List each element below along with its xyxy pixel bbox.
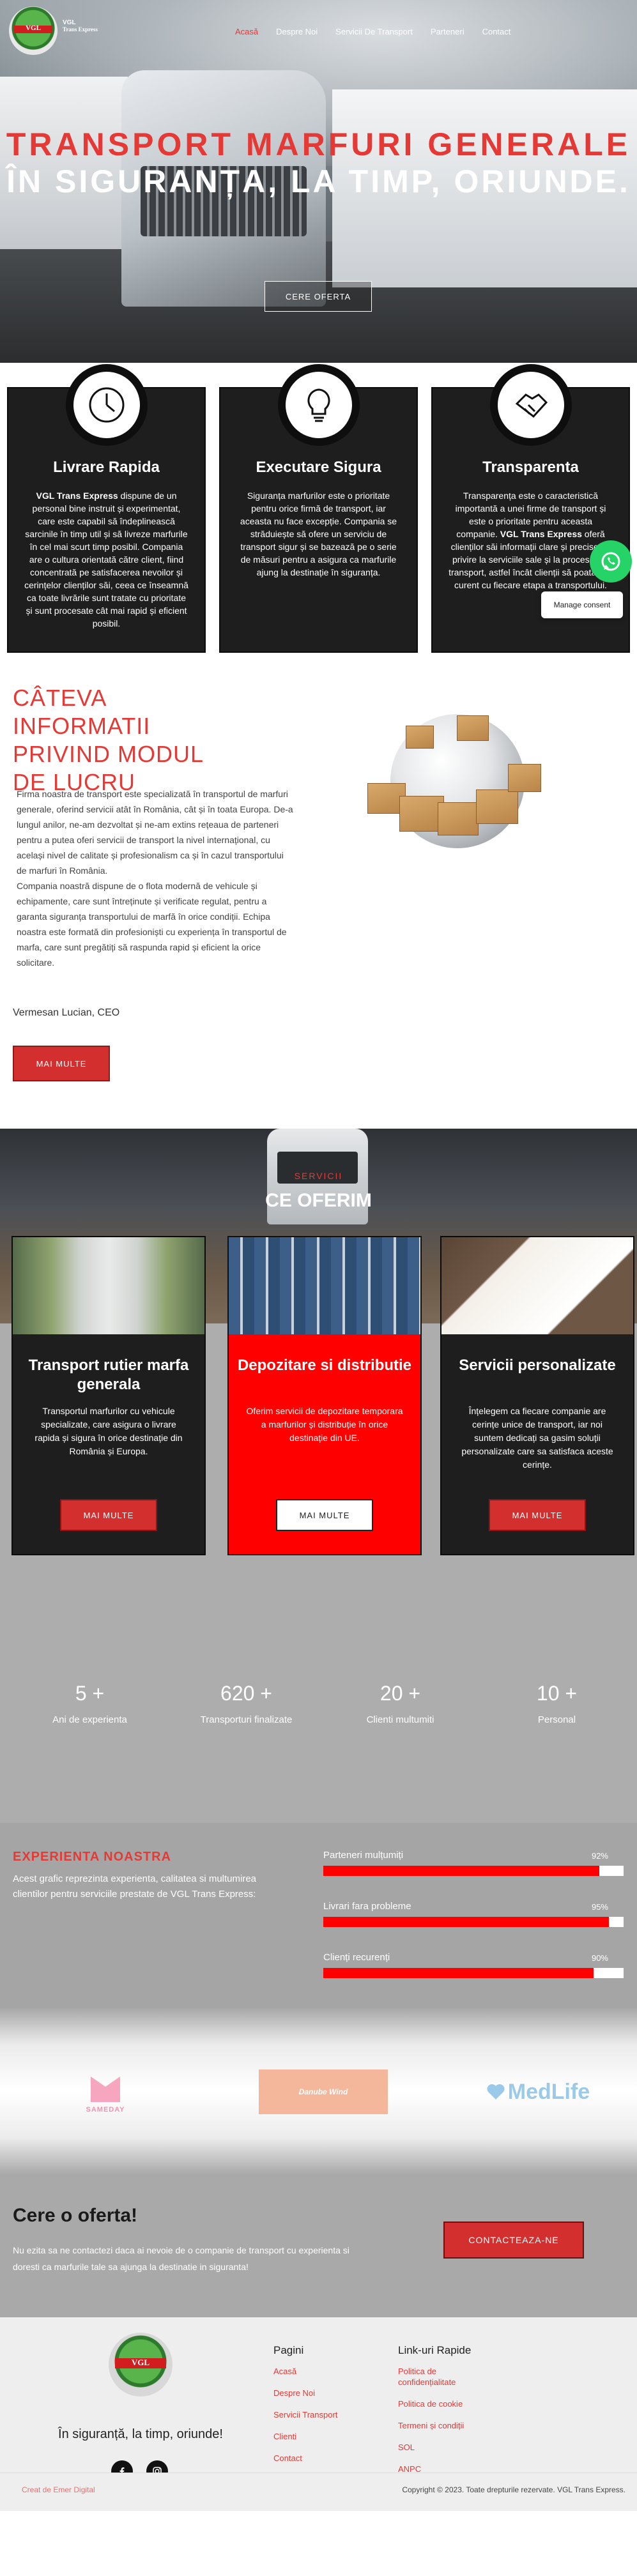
services-title: CE OFERIM — [265, 1190, 372, 1211]
hero-title-line1: TRANSPORT MARFURI GENERALE — [6, 126, 631, 162]
footer-pages: Pagini Acasă Despre Noi Servicii Transpo… — [273, 2344, 337, 2474]
stat-transports: 620 + Transporturi finalizate — [200, 1682, 293, 1725]
progress-fill — [323, 1866, 600, 1876]
footer-link-privacy[interactable]: Politica de confidențialitate — [398, 2366, 481, 2388]
partner-logo-danube: Danube Wind — [259, 2069, 388, 2114]
partner-logo-sameday: SAMEDAY — [77, 2069, 134, 2121]
footer-link-terms[interactable]: Termeni și condiții — [398, 2420, 481, 2431]
nav-item-home[interactable]: Acasă — [235, 27, 258, 36]
progress-bar-partners: Parteneri mulțumiți 92% — [323, 1850, 624, 1876]
hero-title-line2: ÎN SIGURANȚA, LA TIMP, ORIUNDE. — [6, 164, 631, 199]
notebook-image — [441, 1237, 633, 1334]
nav-item-services[interactable]: Servicii De Transport — [335, 27, 413, 36]
stat-years: 5 + Ani de experienta — [52, 1682, 127, 1725]
footer-link-about[interactable]: Despre Noi — [273, 2388, 337, 2398]
footer-quick-links: Link-uri Rapide Politica de confidențial… — [398, 2344, 481, 2485]
footer-link-services[interactable]: Servicii Transport — [273, 2409, 337, 2420]
service-card-storage: Depozitare si distributie Oferim servici… — [227, 1236, 422, 1555]
heart-icon — [487, 2084, 505, 2100]
service-more-button[interactable]: MAI MULTE — [276, 1499, 373, 1531]
footer-tagline: În siguranță, la timp, oriunde! — [58, 2427, 223, 2441]
progress-bar-deliveries: Livrari fara probleme 95% — [323, 1901, 624, 1927]
service-title: Servicii personalizate — [459, 1357, 616, 1374]
service-more-button[interactable]: MAI MULTE — [489, 1499, 586, 1531]
lightbulb-icon — [307, 388, 330, 422]
handshake-icon — [515, 393, 548, 418]
service-text: Înțelegem ca fiecare companie are cerinț… — [461, 1406, 613, 1470]
cta-text: Nu ezita sa ne contactezi daca ai nevoie… — [13, 2245, 349, 2272]
about-title: CÂTEVA INFORMATII PRIVIND MODUL DE LUCRU — [13, 685, 203, 795]
nav-item-partners[interactable]: Parteneri — [431, 27, 464, 36]
main-nav: Acasă Despre Noi Servicii De Transport P… — [235, 27, 528, 36]
progress-fill — [323, 1917, 609, 1927]
feature-text: Transparența este o caracteristică impor… — [449, 491, 613, 590]
progress-bar-recurring: Clienți recurenți 90% — [323, 1952, 624, 1978]
footer-bottom-bar: Creat de Emer Digital Copyright © 2023. … — [0, 2473, 637, 2511]
feature-title: Livrare Rapida — [53, 459, 160, 476]
stat-staff: 10 + Personal — [536, 1682, 578, 1725]
footer-credit-link[interactable]: Creat de Emer Digital — [22, 2485, 95, 2494]
stats-section: 5 + Ani de experienta 620 + Transporturi… — [0, 1640, 637, 1823]
brand-name: VGL Trans Express — [63, 19, 98, 33]
partners-section: SAMEDAY Danube Wind MedLife — [0, 2008, 637, 2174]
progress-fill — [323, 1968, 594, 1978]
feature-text: VGL Trans Express dispune de un personal… — [24, 491, 188, 629]
service-title: Transport rutier marfa generala — [28, 1357, 189, 1393]
footer-link-cookies[interactable]: Politica de cookie — [398, 2398, 481, 2409]
feature-card-safe-execution: Executare Sigura Siguranța marfurilor es… — [219, 364, 418, 653]
features-section: Livrare Rapida VGL Trans Express dispune… — [0, 363, 637, 665]
experience-description: Acest grafic reprezinta experienta, cali… — [13, 1873, 257, 1900]
service-more-button[interactable]: MAI MULTE — [60, 1499, 157, 1531]
manage-consent-button[interactable]: Manage consent — [541, 591, 623, 618]
whatsapp-button[interactable] — [590, 540, 632, 583]
site-logo[interactable]: VGL — [9, 6, 58, 55]
service-text: Transportul marfurilor cu vehicule speci… — [35, 1406, 183, 1456]
hero-title: TRANSPORT MARFURI GENERALE ÎN SIGURANȚA,… — [0, 128, 637, 201]
services-section: SERVICII CE OFERIM Transport rutier marf… — [0, 1129, 637, 1640]
footer-link-clients[interactable]: Clienti — [273, 2431, 337, 2442]
footer-link-contact[interactable]: Contact — [273, 2453, 337, 2464]
services-label: SERVICII — [294, 1171, 343, 1181]
footer-copyright: Copyright © 2023. Toate drepturile rezer… — [402, 2485, 625, 2494]
cta-title: Cere o oferta! — [13, 2205, 138, 2226]
footer-pages-title: Pagini — [273, 2344, 304, 2356]
clock-icon — [89, 387, 124, 423]
partner-logo-medlife: MedLife — [475, 2069, 601, 2114]
about-signature: Vermesan Lucian, CEO — [13, 1007, 120, 1018]
about-section: CÂTEVA INFORMATII PRIVIND MODUL DE LUCRU… — [0, 665, 637, 1129]
footer-link-home[interactable]: Acasă — [273, 2366, 337, 2377]
feature-title: Transparenta — [482, 459, 579, 476]
stat-clients: 20 + Clienti multumiti — [366, 1682, 434, 1725]
service-text: Oferim servicii de depozitare temporara … — [246, 1406, 403, 1443]
feature-card-fast-delivery: Livrare Rapida VGL Trans Express dispune… — [7, 364, 206, 653]
service-card-custom: Servicii personalizate Înțelegem ca fiec… — [440, 1236, 634, 1555]
contact-us-button[interactable]: CONTACTEAZA-NE — [443, 2222, 584, 2259]
site-header: VGL VGL Trans Express Acasă Despre Noi S… — [0, 0, 637, 64]
experience-section: EXPERIENTA NOASTRA Acest grafic reprezin… — [0, 1823, 637, 2008]
footer-quick-title: Link-uri Rapide — [398, 2344, 472, 2356]
highway-image — [13, 1237, 204, 1334]
footer-logo[interactable]: VGL — [109, 2333, 173, 2397]
service-title: Depozitare si distributie — [237, 1357, 412, 1374]
cta-section: Cere o oferta! Nu ezita sa ne contactezi… — [0, 2174, 637, 2317]
nav-item-contact[interactable]: Contact — [482, 27, 511, 36]
about-more-button[interactable]: MAI MULTE — [13, 1046, 110, 1081]
hero-section: VGL VGL Trans Express Acasă Despre Noi S… — [0, 0, 637, 363]
whatsapp-icon — [601, 552, 620, 571]
warehouse-image — [229, 1237, 420, 1334]
footer: VGL În siguranță, la timp, oriunde! Pagi… — [0, 2317, 637, 2482]
experience-title: EXPERIENTA NOASTRA — [13, 1850, 172, 1864]
globe-boxes-image — [367, 700, 541, 873]
feature-text: Siguranța marfurilor este o prioritate p… — [240, 491, 397, 577]
footer-link-sol[interactable]: SOL — [398, 2442, 481, 2453]
feature-title: Executare Sigura — [256, 459, 381, 476]
service-card-road-transport: Transport rutier marfa generala Transpor… — [12, 1236, 206, 1555]
nav-item-about[interactable]: Despre Noi — [276, 27, 318, 36]
request-offer-button[interactable]: CERE OFERTA — [265, 281, 372, 312]
about-body: Firma noastra de transport este speciali… — [17, 789, 293, 968]
